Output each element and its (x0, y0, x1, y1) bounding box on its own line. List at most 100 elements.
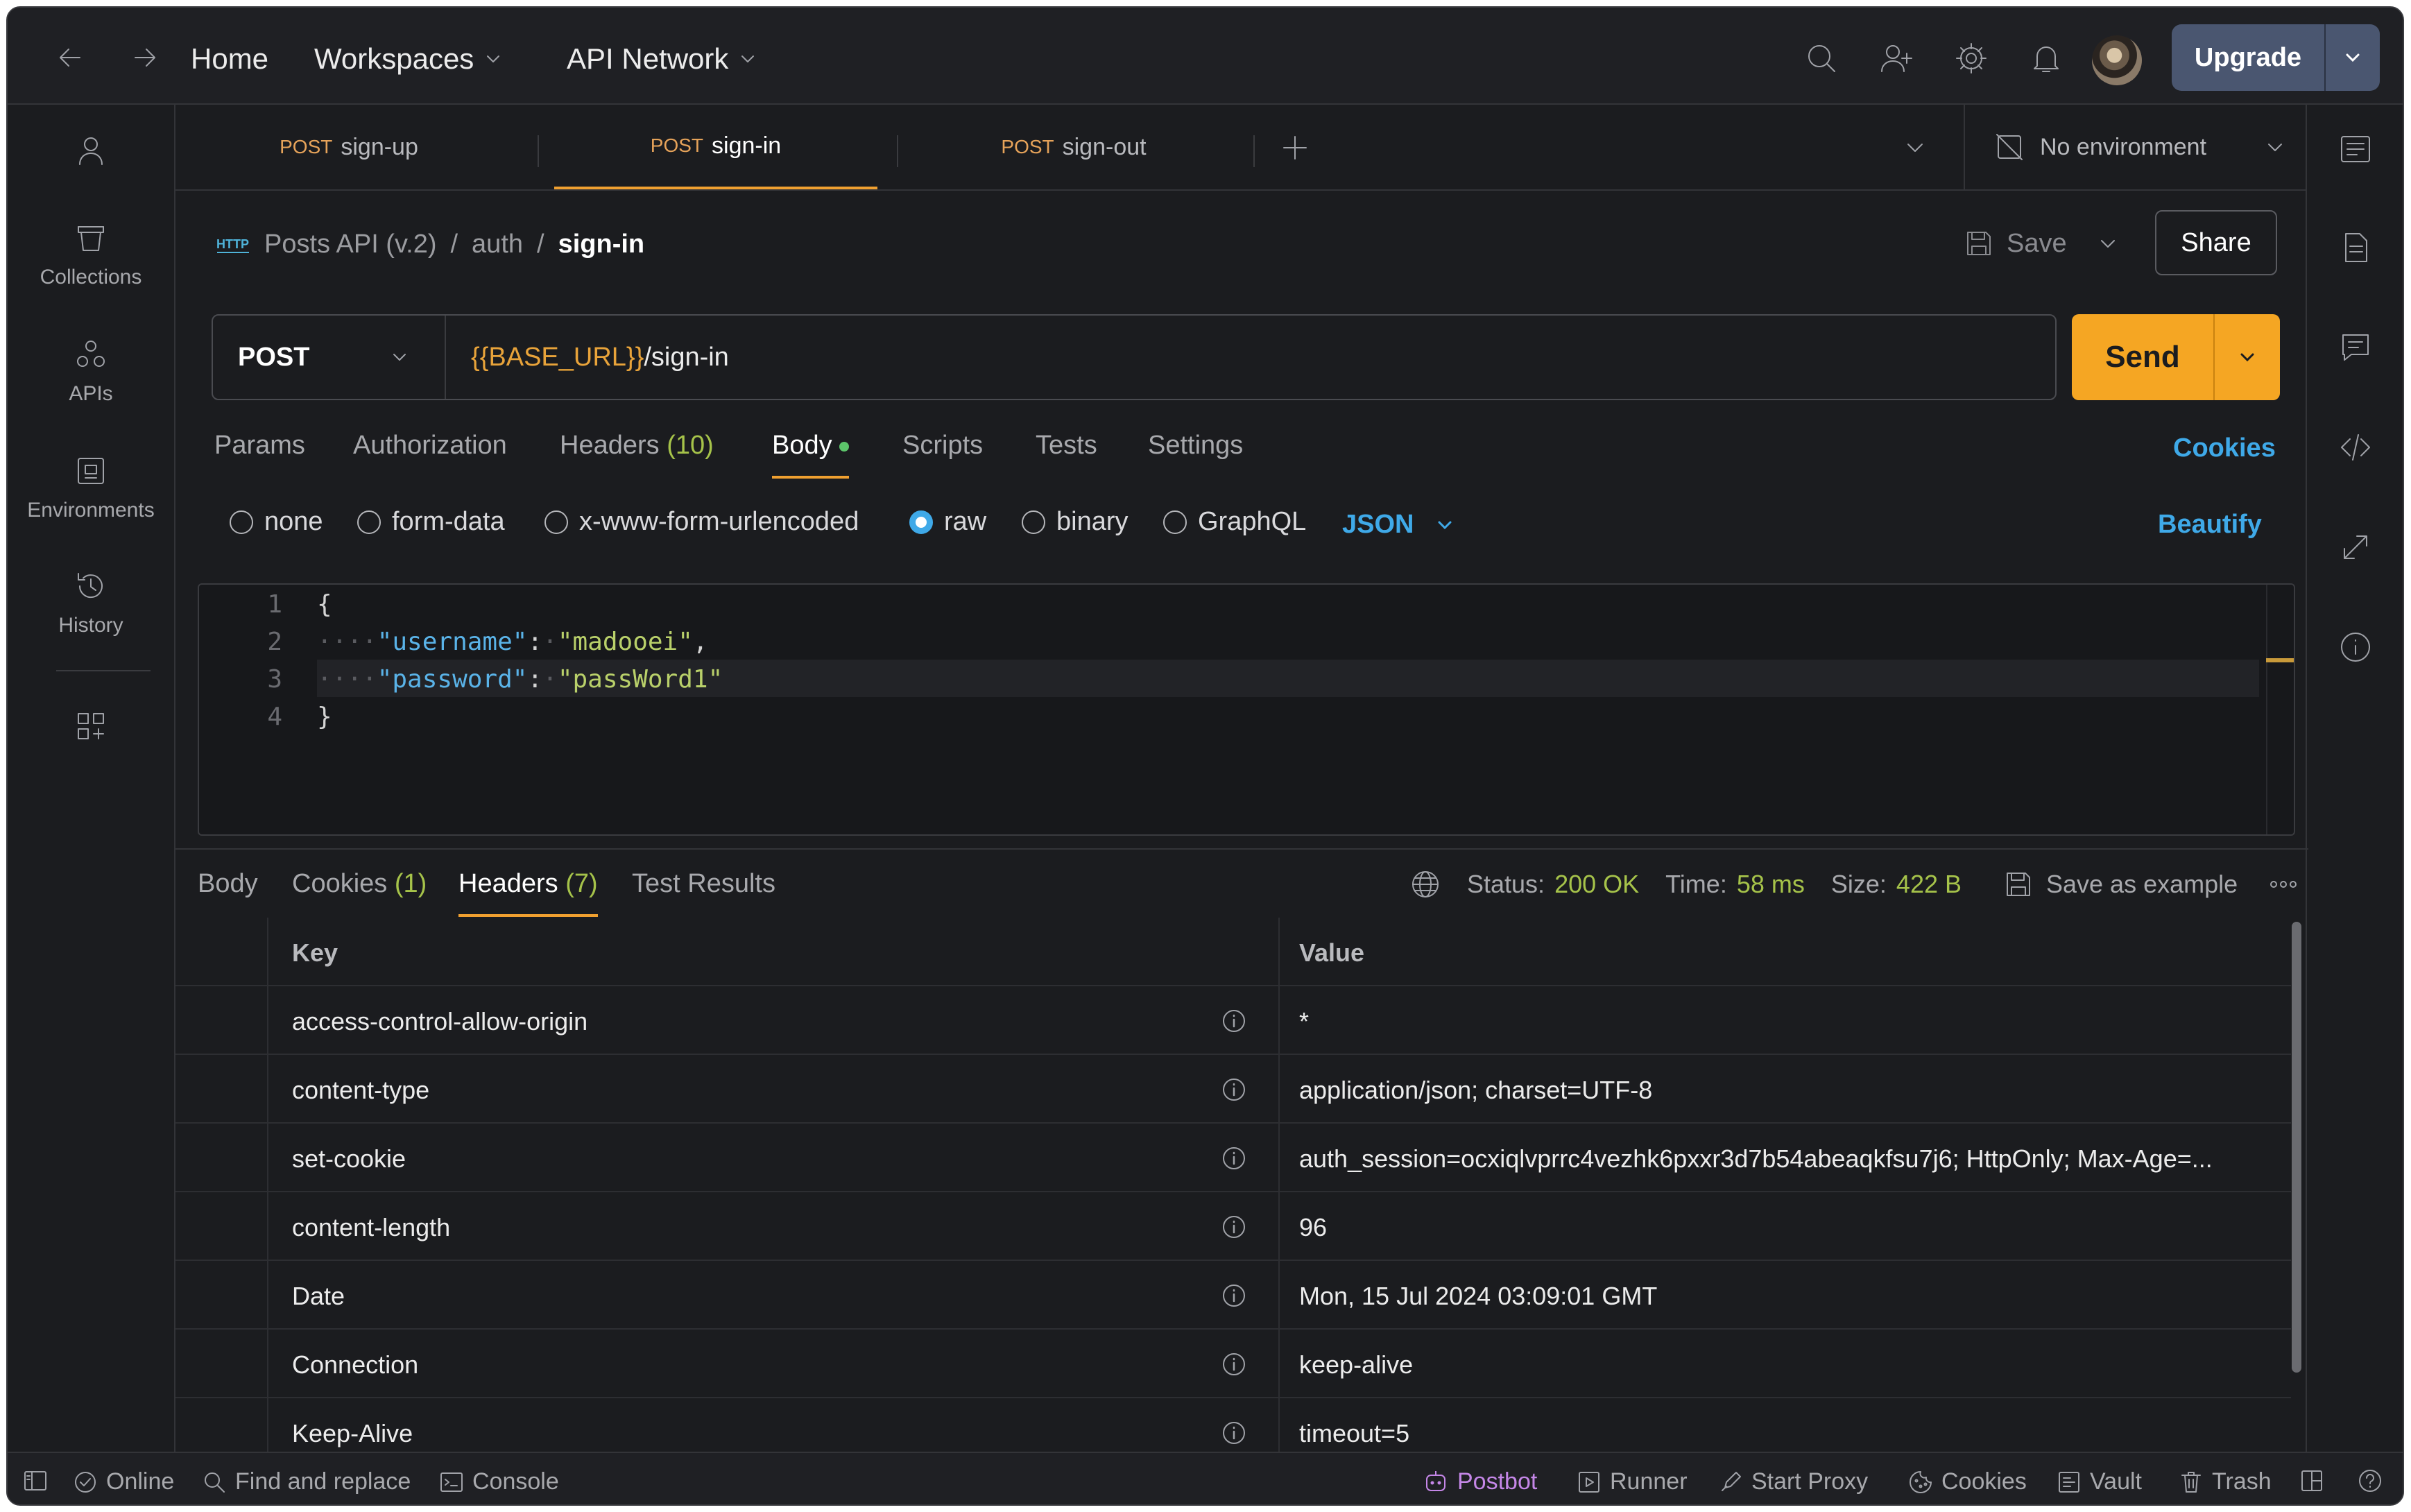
info-icon[interactable] (1221, 1077, 1246, 1102)
tab-tests[interactable]: Tests (1036, 431, 1097, 461)
tab-test-results[interactable]: Test Results (632, 869, 775, 899)
header-key[interactable]: set-cookie (292, 1144, 406, 1174)
table-row[interactable]: content-length 96 (175, 1192, 2291, 1261)
header-value[interactable]: Mon, 15 Jul 2024 03:09:01 GMT (1299, 1282, 2270, 1311)
sidebar-item-apis[interactable]: APIs (8, 338, 174, 406)
radio-graphql[interactable]: GraphQL (1163, 507, 1306, 537)
header-value[interactable]: keep-alive (1299, 1350, 2270, 1380)
time-value[interactable]: 58 ms (1737, 870, 1805, 899)
tab-headers[interactable]: Headers (10) (560, 431, 714, 461)
header-key[interactable]: content-length (292, 1213, 450, 1242)
info-icon[interactable] (1221, 1283, 1246, 1308)
related-collections-icon[interactable] (2339, 531, 2372, 564)
upgrade-button[interactable]: Upgrade (2172, 24, 2380, 91)
trash-button[interactable]: Trash (2179, 1468, 2272, 1495)
tab-scripts[interactable]: Scripts (902, 431, 983, 461)
radio-form-data[interactable]: form-data (357, 507, 505, 537)
home-link[interactable]: Home (191, 42, 268, 76)
vault-button[interactable]: Vault (2057, 1468, 2142, 1495)
send-button[interactable]: Send (2072, 314, 2280, 400)
layout-icon[interactable] (2299, 1468, 2324, 1493)
info-icon[interactable] (1221, 1352, 1246, 1377)
back-arrow-icon[interactable] (55, 42, 85, 73)
tab-params[interactable]: Params (214, 431, 305, 461)
invite-user-icon[interactable] (1879, 41, 1914, 76)
breadcrumb-folder[interactable]: auth (472, 230, 523, 259)
sidebar-item-environments[interactable]: Environments (8, 454, 174, 522)
cookies-link[interactable]: Cookies (2173, 433, 2276, 463)
postbot-button[interactable]: Postbot (1423, 1468, 1537, 1495)
sidebar-item-collections[interactable]: Collections (8, 221, 174, 289)
header-key[interactable]: Keep-Alive (292, 1419, 413, 1448)
share-button[interactable]: Share (2155, 210, 2277, 275)
environment-selector[interactable]: No environment (1964, 105, 2308, 189)
format-select[interactable]: JSON (1342, 510, 1455, 540)
table-row[interactable]: Connection keep-alive (175, 1330, 2291, 1398)
more-options-icon[interactable] (2268, 877, 2299, 891)
bell-icon[interactable] (2029, 41, 2063, 76)
header-value[interactable]: timeout=5 (1299, 1419, 2270, 1448)
tab-sign-out[interactable]: POST sign-out (912, 105, 1235, 189)
chevron-down-icon[interactable] (1903, 135, 1928, 160)
globe-icon[interactable] (1410, 869, 1441, 900)
info-icon[interactable] (1221, 1008, 1246, 1033)
tab-authorization[interactable]: Authorization (353, 431, 507, 461)
api-network-menu[interactable]: API Network (567, 42, 757, 76)
tab-body[interactable]: Body (772, 431, 849, 479)
info-icon[interactable] (1221, 1214, 1246, 1239)
forward-arrow-icon[interactable] (130, 42, 160, 73)
table-row[interactable]: set-cookie auth_session=ocxiqlvprrc4vezhk… (175, 1124, 2291, 1192)
header-key[interactable]: access-control-allow-origin (292, 1007, 587, 1036)
cookies-button[interactable]: Cookies (1908, 1468, 2027, 1495)
sidebar-item-workspace[interactable] (8, 134, 174, 167)
header-key[interactable]: Connection (292, 1350, 418, 1380)
sidebar-item-history[interactable]: History (8, 569, 174, 637)
save-as-example-button[interactable]: Save as example (2003, 869, 2238, 900)
body-editor[interactable]: 1 2 3 4 { ····"username":·"madooei", ···… (198, 583, 2295, 836)
console-button[interactable]: Console (439, 1468, 559, 1495)
chevron-down-icon[interactable] (2096, 232, 2120, 255)
header-value[interactable]: auth_session=ocxiqlvprrc4vezhk6pxxr3d7b5… (1299, 1144, 2270, 1174)
runner-button[interactable]: Runner (1577, 1468, 1688, 1495)
radio-raw[interactable]: raw (909, 507, 986, 537)
size-value[interactable]: 422 B (1896, 870, 1962, 899)
avatar[interactable] (2092, 35, 2142, 85)
sidebar-item-configure[interactable] (8, 710, 174, 743)
upgrade-dropdown[interactable] (2324, 24, 2380, 91)
url-input[interactable]: {{BASE_URL}}/sign-in (446, 343, 729, 372)
tab-sign-up[interactable]: POST sign-up (175, 105, 522, 189)
help-icon[interactable] (2358, 1468, 2383, 1493)
info-icon[interactable] (1221, 1420, 1246, 1445)
tab-response-body[interactable]: Body (198, 869, 258, 899)
table-row[interactable]: Date Mon, 15 Jul 2024 03:09:01 GMT (175, 1261, 2291, 1330)
breadcrumb-current[interactable]: sign-in (558, 230, 645, 259)
info-icon[interactable] (2339, 630, 2372, 664)
comments-icon[interactable] (2339, 331, 2372, 364)
documentation-icon[interactable] (2339, 231, 2372, 264)
start-proxy-button[interactable]: Start Proxy (1718, 1468, 1868, 1495)
environment-quick-look-icon[interactable] (2339, 132, 2372, 166)
radio-urlencoded[interactable]: x-www-form-urlencoded (544, 507, 859, 537)
tab-response-headers[interactable]: Headers (7) (458, 869, 598, 917)
search-icon[interactable] (1804, 41, 1839, 76)
header-key[interactable]: content-type (292, 1076, 429, 1105)
table-row[interactable]: Keep-Alive timeout=5 (175, 1398, 2291, 1452)
radio-none[interactable]: none (230, 507, 323, 537)
table-row[interactable]: access-control-allow-origin * (175, 986, 2291, 1055)
plus-icon[interactable] (1280, 132, 1310, 163)
beautify-button[interactable]: Beautify (2158, 510, 2262, 540)
editor-scrollbar[interactable] (2266, 585, 2294, 834)
toggle-sidebar-icon[interactable] (23, 1468, 48, 1493)
header-value[interactable]: * (1299, 1007, 2270, 1036)
save-button[interactable]: Save (1964, 228, 2120, 259)
header-value[interactable]: 96 (1299, 1213, 2270, 1242)
table-row[interactable]: content-type application/json; charset=UT… (175, 1055, 2291, 1124)
table-scrollbar[interactable] (2292, 922, 2301, 1373)
tab-response-cookies[interactable]: Cookies (1) (292, 869, 427, 899)
radio-binary[interactable]: binary (1022, 507, 1129, 537)
online-status[interactable]: Online (73, 1468, 174, 1495)
info-icon[interactable] (1221, 1146, 1246, 1171)
status-value[interactable]: 200 OK (1554, 870, 1639, 899)
breadcrumb-collection[interactable]: Posts API (v.2) (264, 230, 436, 259)
tab-settings[interactable]: Settings (1148, 431, 1243, 461)
